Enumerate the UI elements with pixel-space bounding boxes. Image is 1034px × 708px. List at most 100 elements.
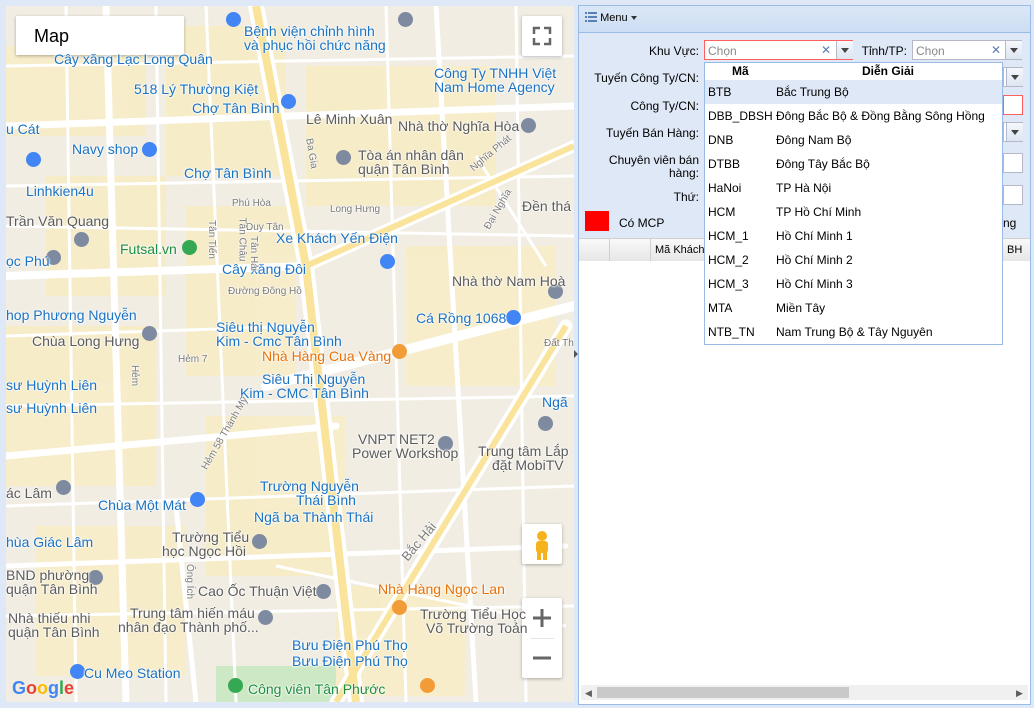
grid-header-bh[interactable]: BH [1003, 239, 1033, 261]
thu-combo[interactable] [1003, 185, 1023, 205]
place-label: Chợ Tân Bình [184, 165, 272, 181]
dropdown-option[interactable]: HCM_1 Hồ Chí Minh 1 [705, 224, 1002, 248]
place-label: Trần Văn Quang [6, 213, 109, 229]
dropdown-option[interactable]: DTBB Đông Tây Bắc Bộ [705, 152, 1002, 176]
option-code: DBB_DBSH [708, 109, 773, 123]
grid-header-col[interactable] [610, 239, 651, 261]
menu-button[interactable]: Menu [585, 12, 637, 24]
place-label: hop Phương Nguyễn [6, 307, 137, 323]
place-label: 518 Lý Thường Kiệt [134, 81, 259, 97]
option-code: MTA [708, 301, 733, 315]
place-label: Cu Meo Station [84, 665, 181, 681]
zoom-out-button[interactable] [522, 638, 562, 678]
chuyen-vien-combo[interactable] [1003, 153, 1023, 173]
scroll-right-icon[interactable]: ▶ [1016, 688, 1023, 699]
place-label: Nhà thờ Nam Hoà [452, 273, 566, 289]
plus-icon [533, 609, 551, 627]
khu-vuc-input[interactable]: Chọn [708, 44, 737, 58]
place-label: Thái Bình [296, 492, 356, 508]
place-label: Nhà Hàng Cua Vàng [262, 348, 392, 364]
place-label: Nam Home Agency [434, 79, 555, 95]
dropdown-option[interactable]: DBB_DBSH Đông Bắc Bộ & Đồng Bằng Sông Hồn… [705, 104, 1002, 128]
dropdown-option[interactable]: HCM_3 Hồ Chí Minh 3 [705, 272, 1002, 296]
tinh-tp-input[interactable]: Chọn [916, 44, 945, 58]
khu-vuc-combo[interactable]: Chọn ✕ [704, 40, 853, 60]
option-code: HCM_1 [708, 229, 749, 243]
mcp-color-swatch [585, 211, 609, 231]
place-label: Futsal.vn [120, 241, 177, 257]
place-label: Bưu Điện Phú Thọ [292, 653, 408, 669]
place-icon [538, 416, 553, 431]
option-desc: Đông Bắc Bộ & Đồng Bằng Sông Hồng [776, 109, 985, 123]
place-label: Ngã ba Thành Thái [254, 509, 374, 525]
tinh-tp-combo[interactable]: Chọn ✕ [912, 40, 1022, 60]
place-label: hùa Giác Lâm [6, 534, 94, 550]
dropdown-option[interactable]: HCM TP Hồ Chí Minh [705, 200, 1002, 224]
dropdown-option[interactable]: MTA Miền Tây [705, 296, 1002, 320]
pegman-icon [536, 531, 548, 560]
dropdown-option[interactable]: HCM_2 Hồ Chí Minh 2 [705, 248, 1002, 272]
tuyen-ban-hang-combo[interactable] [1003, 122, 1023, 142]
clear-icon[interactable]: ✕ [821, 43, 831, 57]
shop-icon [26, 152, 41, 167]
map-tab[interactable]: Map [16, 16, 184, 55]
place-label: ọc Phú [6, 253, 50, 269]
place-label: Kim - CMC Tân Bình [240, 385, 369, 401]
street-label: Hẻm [129, 364, 141, 387]
horizontal-scrollbar[interactable]: ◀ ▶ [581, 685, 1028, 700]
dropdown-arrow-icon[interactable] [1005, 41, 1022, 59]
option-code: NTB_TN [708, 325, 755, 339]
street-label: Duy Tân [246, 222, 284, 233]
khu-vuc-dropdown-list[interactable]: Mã Diễn Giải BTB Bắc Trung Bộ DBB_DBSH Đôn… [704, 62, 1003, 345]
minus-icon [533, 656, 551, 660]
thu-label: Thứ: [673, 190, 699, 204]
street-label: Tân Tiến [205, 220, 217, 259]
dropdown-option[interactable]: BTB Bắc Trung Bộ [705, 80, 1002, 104]
zoom-in-button[interactable] [522, 598, 562, 638]
dropdown-option[interactable]: DNB Đông Nam Bộ [705, 128, 1002, 152]
scrollbar-thumb[interactable] [597, 687, 849, 698]
clear-icon[interactable]: ✕ [991, 43, 1001, 57]
restaurant-icon [420, 678, 435, 693]
shop-icon [142, 142, 157, 157]
fullscreen-button[interactable] [522, 16, 562, 56]
google-logo: Google [12, 678, 75, 698]
dropdown-header: Mã Diễn Giải [705, 63, 1002, 80]
place-label: Chợ Tân Bình [192, 100, 280, 116]
street-view-pegman[interactable] [522, 524, 562, 564]
dropdown-option[interactable]: HaNoi TP Hà Nội [705, 176, 1002, 200]
tinh-tp-label: Tỉnh/TP: [861, 44, 907, 58]
place-label: Bưu Điện Phú Thọ [292, 637, 408, 653]
temple-icon [190, 492, 205, 507]
grid-header-checkbox-col[interactable] [579, 239, 610, 261]
tuyen-cong-ty-combo[interactable] [1003, 67, 1023, 87]
option-code: HaNoi [708, 181, 742, 195]
place-label: Lê Minh Xuân [306, 111, 393, 127]
cong-ty-label: Công Ty/CN: [630, 99, 699, 113]
option-code: HCM [708, 205, 736, 219]
place-label: Nhà Hàng Ngọc Lan [378, 581, 505, 597]
dropdown-arrow-icon[interactable] [1006, 123, 1023, 141]
scroll-left-icon[interactable]: ◀ [585, 688, 592, 699]
menu-list-icon [585, 12, 597, 22]
school-icon [398, 12, 413, 27]
map-view[interactable]: Map Bệnh viện chỉnh hình và phục hồi chứ… [6, 6, 574, 702]
cong-ty-combo[interactable] [1003, 95, 1023, 115]
map-tab-label: Map [34, 26, 70, 46]
place-label: đặt MobiTV [492, 457, 564, 473]
option-desc: Hồ Chí Minh 3 [776, 277, 853, 291]
school-icon [252, 534, 267, 549]
dropdown-header-code: Mã [732, 64, 749, 78]
dropdown-option[interactable]: NTB_TN Nam Trung Bộ & Tây Nguyên [705, 320, 1002, 344]
place-icon [56, 480, 71, 495]
menu-label: Menu [600, 12, 628, 24]
option-desc: Hồ Chí Minh 2 [776, 253, 853, 267]
option-code: HCM_3 [708, 277, 749, 291]
street-label: Hẻm 7 [178, 354, 208, 365]
chuyen-vien-label-2: hàng: [668, 166, 699, 180]
dropdown-arrow-icon[interactable] [1006, 68, 1023, 86]
legend-fragment-label: ng [1003, 216, 1017, 230]
option-desc: Miền Tây [776, 301, 826, 315]
restaurant-icon [392, 344, 407, 359]
place-label: nhân đạo Thành phố... [118, 619, 259, 635]
